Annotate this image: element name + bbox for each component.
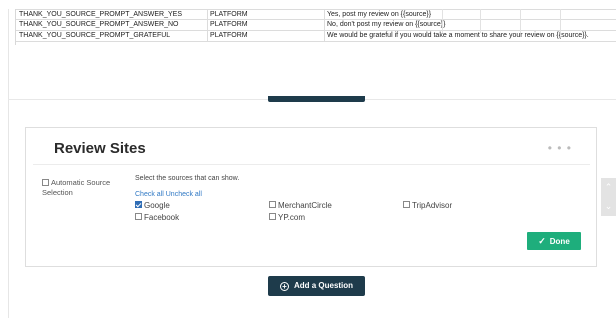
key-cell[interactable]: THANK_YOU_SOURCE_PROMPT_ANSWER_YES bbox=[16, 10, 207, 20]
grid-line bbox=[560, 9, 561, 33]
check-all-link[interactable]: Check all bbox=[135, 191, 164, 198]
value-cell[interactable]: We would be grateful if you would take a… bbox=[324, 31, 589, 41]
type-cell[interactable]: PLATFORM bbox=[207, 20, 324, 30]
checkbox-icon[interactable] bbox=[42, 178, 49, 186]
source-label: TripAdvisor bbox=[412, 201, 453, 210]
page-left-border bbox=[8, 9, 9, 318]
checkbox-icon[interactable] bbox=[269, 201, 276, 209]
add-question-label: Add a Question bbox=[293, 281, 354, 290]
source-label: Facebook bbox=[144, 213, 180, 222]
source-label: YP.com bbox=[278, 213, 305, 222]
value-cell[interactable]: No, don't post my review on {{source}} bbox=[324, 20, 445, 30]
type-cell[interactable]: PLATFORM bbox=[207, 31, 324, 41]
done-label: Done bbox=[549, 237, 570, 246]
card-title: Review Sites bbox=[54, 140, 146, 157]
checkbox-checked-icon[interactable] bbox=[135, 201, 142, 209]
source-option-google[interactable]: Google bbox=[135, 201, 170, 210]
table-row[interactable]: THANK_YOU_SOURCE_PROMPT_GRATEFUL PLATFOR… bbox=[16, 31, 616, 42]
scroll-down-icon[interactable]: ⌄ bbox=[601, 197, 616, 216]
checkbox-icon[interactable] bbox=[269, 213, 276, 221]
review-sites-card: Review Sites • • • Automatic Source Sele… bbox=[25, 127, 597, 267]
plus-circle-icon: + bbox=[279, 282, 289, 291]
ellipsis-icon[interactable]: • • • bbox=[548, 141, 572, 155]
select-sources-label: Select the sources that can show. bbox=[135, 175, 240, 182]
type-cell[interactable]: PLATFORM bbox=[207, 10, 324, 20]
grid-line bbox=[442, 9, 443, 33]
source-option-merchantcircle[interactable]: MerchantCircle bbox=[269, 201, 332, 210]
strings-table: THANK_YOU_SOURCE_PROMPT_ANSWER_YES PLATF… bbox=[15, 9, 616, 45]
grid-line bbox=[520, 9, 521, 33]
value-cell[interactable]: Yes, post my review on {{source}} bbox=[324, 10, 431, 20]
card-divider bbox=[33, 164, 590, 165]
source-label: Google bbox=[144, 201, 170, 210]
checkbox-icon[interactable] bbox=[135, 213, 142, 221]
key-cell[interactable]: THANK_YOU_SOURCE_PROMPT_GRATEFUL bbox=[16, 31, 207, 41]
auto-source-label: Automatic Source Selection bbox=[42, 178, 111, 197]
checkmark-icon: ✓ bbox=[538, 236, 546, 246]
grid-line bbox=[480, 9, 481, 33]
source-option-tripadvisor[interactable]: TripAdvisor bbox=[403, 201, 452, 210]
automatic-source-selection[interactable]: Automatic Source Selection bbox=[42, 178, 122, 198]
table-row[interactable]: THANK_YOU_SOURCE_PROMPT_ANSWER_YES PLATF… bbox=[16, 9, 616, 20]
source-option-ypcom[interactable]: YP.com bbox=[269, 213, 305, 222]
check-links: Check all Uncheck all bbox=[135, 191, 202, 198]
hidden-add-question-button[interactable] bbox=[268, 96, 365, 102]
key-cell[interactable]: THANK_YOU_SOURCE_PROMPT_ANSWER_NO bbox=[16, 20, 207, 30]
uncheck-all-link[interactable]: Uncheck all bbox=[166, 191, 202, 198]
source-option-facebook[interactable]: Facebook bbox=[135, 213, 179, 222]
add-question-button[interactable]: + Add a Question bbox=[268, 276, 365, 296]
checkbox-icon[interactable] bbox=[403, 201, 410, 209]
table-row[interactable]: THANK_YOU_SOURCE_PROMPT_ANSWER_NO PLATFO… bbox=[16, 20, 616, 31]
scroll-up-icon[interactable]: ⌃ bbox=[601, 178, 616, 197]
source-label: MerchantCircle bbox=[278, 201, 332, 210]
done-button[interactable]: ✓ Done bbox=[527, 232, 581, 250]
